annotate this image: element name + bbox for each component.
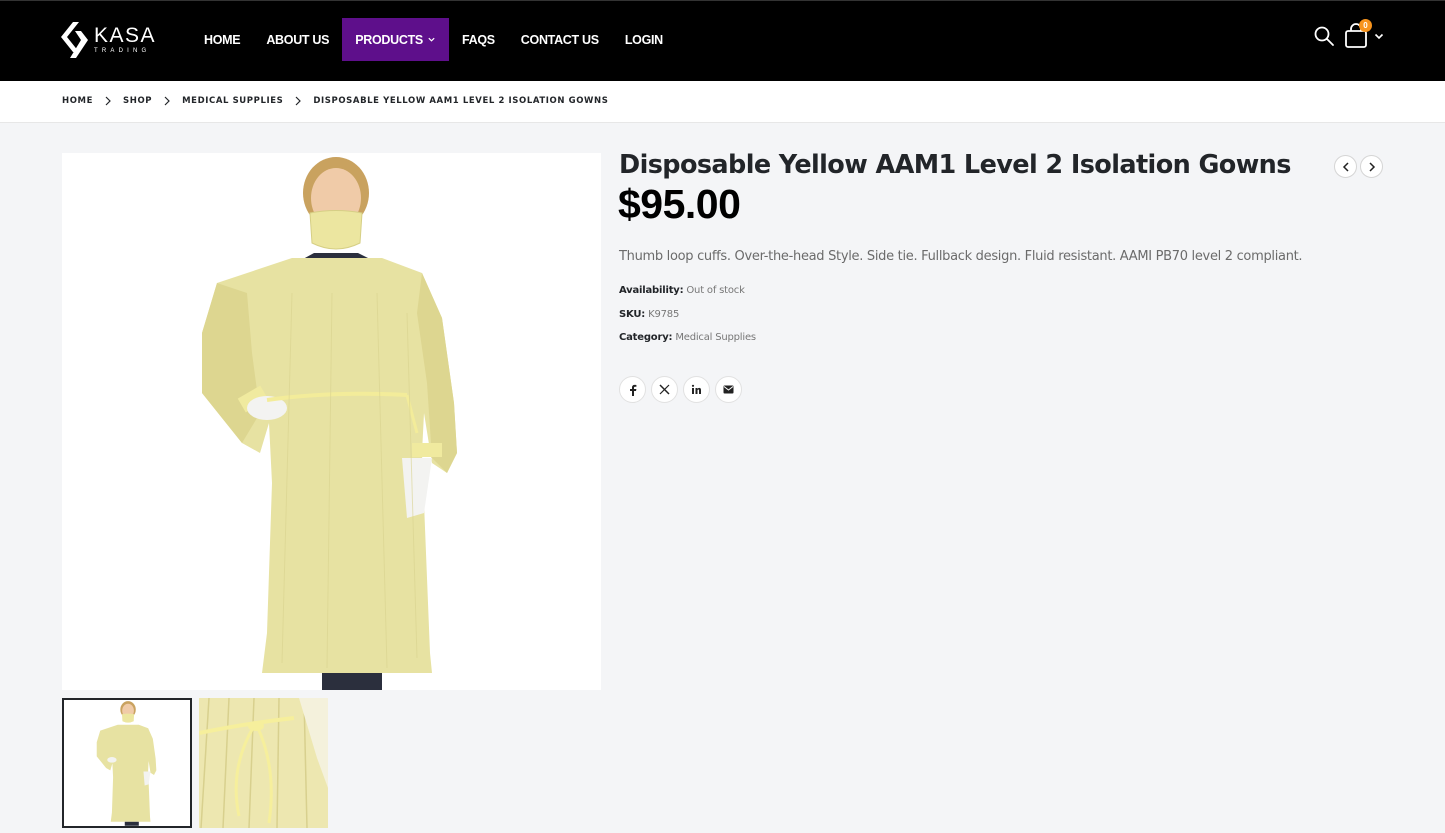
category-row: Category: Medical Supplies <box>619 332 756 343</box>
cart-button[interactable]: 0 <box>1343 19 1372 49</box>
logo-tagline: TRADING <box>94 47 151 54</box>
breadcrumb-current: DISPOSABLE YELLOW AAM1 LEVEL 2 ISOLATION… <box>313 96 609 106</box>
nav-login[interactable]: LOGIN <box>612 18 676 61</box>
linkedin-icon <box>691 384 701 394</box>
chevron-right-icon <box>295 96 302 106</box>
chevron-down-icon <box>428 37 435 42</box>
chevron-left-icon <box>1342 161 1349 172</box>
sku-label: SKU: <box>619 309 646 320</box>
logo[interactable]: KASA TRADING <box>60 21 156 59</box>
cart-count-badge: 0 <box>1359 19 1372 32</box>
breadcrumb-shop[interactable]: SHOP <box>123 96 152 106</box>
availability-row: Availability: Out of stock <box>619 285 745 296</box>
share-email-button[interactable] <box>715 376 742 403</box>
product-price: $95.00 <box>618 181 741 227</box>
x-icon <box>659 384 670 395</box>
nav-home[interactable]: HOME <box>191 18 253 61</box>
site-header: KASA TRADING HOME ABOUT US PRODUCTS FAQS… <box>0 0 1445 81</box>
gown-thumbnail-photo <box>64 700 190 826</box>
availability-label: Availability: <box>619 285 684 296</box>
breadcrumb-medical-supplies[interactable]: MEDICAL SUPPLIES <box>182 96 283 106</box>
email-icon <box>723 385 734 394</box>
category-link[interactable]: Medical Supplies <box>675 332 756 343</box>
logo-name: KASA <box>94 23 157 47</box>
gown-photo <box>62 153 601 690</box>
nav-products[interactable]: PRODUCTS <box>342 18 449 61</box>
next-product-button[interactable] <box>1360 155 1383 178</box>
product-title: Disposable Yellow AAM1 Level 2 Isolation… <box>619 150 1291 180</box>
share-links <box>619 376 747 403</box>
sku-row: SKU: K9785 <box>619 309 679 320</box>
chevron-right-icon <box>105 96 111 106</box>
chevron-right-icon <box>164 96 170 106</box>
search-icon[interactable] <box>1313 25 1335 47</box>
breadcrumb-bar: HOME SHOP MEDICAL SUPPLIES DISPOSABLE YE… <box>0 81 1445 123</box>
product-description: Thumb loop cuffs. Over-the-head Style. S… <box>619 249 1303 264</box>
breadcrumb-home[interactable]: HOME <box>62 96 93 106</box>
product-main-image[interactable] <box>62 153 601 690</box>
chevron-down-icon[interactable] <box>1373 30 1385 42</box>
gown-detail-photo <box>199 698 328 828</box>
sku-value: K9785 <box>648 309 680 320</box>
facebook-icon <box>629 384 636 396</box>
availability-value: Out of stock <box>686 285 745 296</box>
logo-mark-icon <box>61 22 88 58</box>
main-nav: HOME ABOUT US PRODUCTS FAQS CONTACT US L… <box>191 18 676 61</box>
chevron-right-icon <box>1368 161 1375 172</box>
share-x-button[interactable] <box>651 376 678 403</box>
product-thumbnail-1[interactable] <box>62 698 192 828</box>
nav-about-us[interactable]: ABOUT US <box>253 18 342 61</box>
nav-faqs[interactable]: FAQS <box>449 18 508 61</box>
breadcrumb: HOME SHOP MEDICAL SUPPLIES DISPOSABLE YE… <box>62 96 608 106</box>
previous-product-button[interactable] <box>1334 155 1357 178</box>
category-label: Category: <box>619 332 673 343</box>
share-facebook-button[interactable] <box>619 376 646 403</box>
nav-contact-us[interactable]: CONTACT US <box>508 18 612 61</box>
product-thumbnail-2[interactable] <box>199 698 328 828</box>
share-linkedin-button[interactable] <box>683 376 710 403</box>
